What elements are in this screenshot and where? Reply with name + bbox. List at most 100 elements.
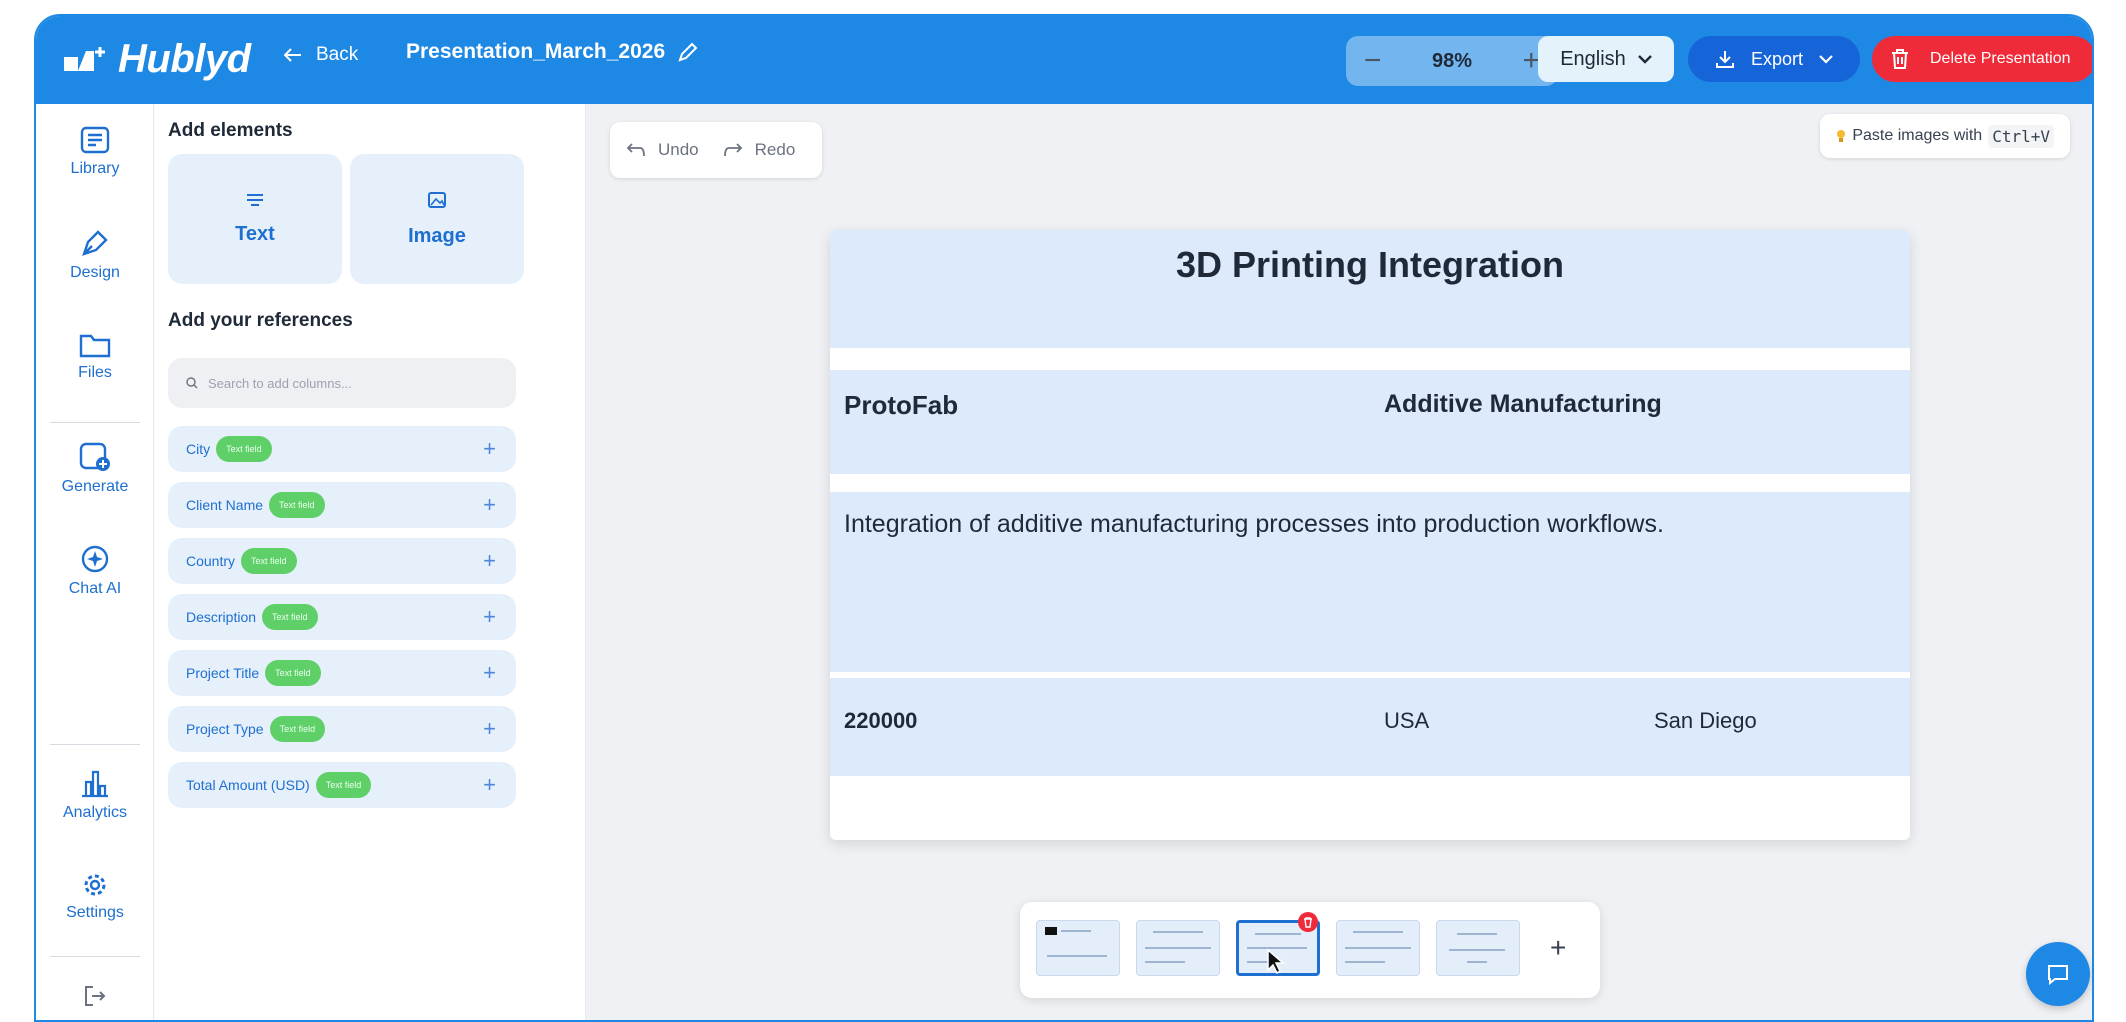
download-icon	[1715, 51, 1734, 68]
slide-country[interactable]: USA	[1384, 708, 1429, 734]
nav-analytics[interactable]: Analytics	[36, 768, 154, 822]
undo-button[interactable]: Undo	[658, 140, 699, 160]
undo-redo-toolbar: Undo Redo	[610, 122, 822, 178]
brand-name: Hublyd	[118, 36, 251, 81]
slide-thumbnail[interactable]	[1136, 920, 1220, 976]
language-label: English	[1560, 47, 1626, 70]
gear-icon	[84, 874, 106, 896]
sparkle-icon	[81, 545, 109, 573]
add-text-tile[interactable]: Text	[168, 154, 342, 284]
slide-thumbnail-strip: +	[1020, 902, 1600, 998]
back-label: Back	[316, 44, 359, 65]
reference-search-input[interactable]: Search to add columns...	[168, 358, 516, 408]
nav-generate[interactable]: Generate	[36, 442, 154, 496]
nav-label: Settings	[66, 904, 124, 921]
reference-item[interactable]: Client Name Text field +	[168, 482, 516, 528]
reference-item[interactable]: Project Type Text field +	[168, 706, 516, 752]
add-reference-button[interactable]: +	[483, 606, 496, 628]
zoom-value: 98%	[1431, 49, 1473, 72]
nav-label: Chat AI	[68, 580, 122, 597]
lightbulb-icon	[1837, 130, 1846, 142]
logout-icon	[85, 986, 106, 1006]
reference-label: Project Title	[186, 665, 260, 681]
pencil-icon[interactable]	[677, 41, 699, 63]
add-slide-button[interactable]: +	[1550, 934, 1566, 962]
nav-settings[interactable]: Settings	[36, 872, 154, 922]
chat-support-button[interactable]	[2026, 942, 2090, 1006]
bar-chart-icon	[82, 770, 108, 798]
nav-library[interactable]: Library	[36, 126, 154, 178]
redo-button[interactable]: Redo	[755, 140, 796, 160]
presentation-title-text: Presentation_March_2026	[406, 40, 666, 63]
reference-label: Total Amount (USD)	[186, 777, 310, 793]
side-navigation: Library Design Files Generate Chat AI An…	[36, 104, 154, 1020]
paste-hint-text: Paste images with	[1852, 127, 1983, 144]
slide-client-name[interactable]: ProtoFab	[844, 390, 958, 421]
delete-presentation-button[interactable]: Delete Presentation	[1872, 36, 2092, 82]
slide-thumbnail[interactable]	[1436, 920, 1520, 976]
field-type-badge: Text field	[265, 660, 321, 686]
add-reference-button[interactable]: +	[483, 494, 496, 516]
editor-canvas: Undo Redo Paste images with Ctrl+V 3D Pr…	[586, 104, 2092, 1020]
reference-label: City	[186, 441, 211, 457]
slide-city[interactable]: San Diego	[1654, 708, 1757, 734]
reference-label: Country	[186, 553, 236, 569]
add-reference-button[interactable]: +	[483, 662, 496, 684]
back-button[interactable]: Back	[284, 44, 358, 66]
logo[interactable]: Hublyd	[64, 34, 251, 84]
search-icon	[186, 377, 198, 389]
presentation-title[interactable]: Presentation_March_2026	[406, 40, 699, 64]
zoom-control: − 98% +	[1346, 36, 1558, 86]
field-type-badge: Text field	[262, 604, 318, 630]
nav-files[interactable]: Files	[36, 332, 154, 382]
add-reference-button[interactable]: +	[483, 550, 496, 572]
reference-item[interactable]: Total Amount (USD) Text field +	[168, 762, 516, 808]
reference-item[interactable]: City Text field +	[168, 426, 516, 472]
slide-row-client[interactable]	[830, 370, 1910, 474]
add-reference-button[interactable]: +	[483, 438, 496, 460]
reference-item[interactable]: Country Text field +	[168, 538, 516, 584]
nav-divider	[50, 744, 140, 745]
slide-title[interactable]: 3D Printing Integration	[830, 244, 1910, 286]
nav-divider	[50, 956, 140, 957]
chat-bubble-icon	[2048, 965, 2068, 985]
redo-icon	[723, 143, 742, 157]
language-select[interactable]: English	[1538, 36, 1674, 82]
nav-label: Generate	[61, 478, 129, 495]
arrow-left-icon	[284, 48, 301, 62]
export-label: Export	[1750, 48, 1804, 69]
logo-icon	[64, 47, 105, 71]
nav-label: Library	[70, 160, 120, 177]
slide-description[interactable]: Integration of additive manufacturing pr…	[844, 510, 1664, 539]
nav-chat-ai[interactable]: Chat AI	[36, 544, 154, 598]
add-reference-button[interactable]: +	[483, 718, 496, 740]
reference-item[interactable]: Project Title Text field +	[168, 650, 516, 696]
slide-thumbnail[interactable]	[1036, 920, 1120, 976]
export-button[interactable]: Export	[1688, 36, 1860, 82]
chevron-down-icon	[1819, 55, 1833, 64]
add-elements-heading: Add elements	[168, 120, 293, 141]
zoom-out-button[interactable]: −	[1364, 46, 1382, 76]
reference-label: Description	[186, 609, 257, 625]
add-image-tile[interactable]: Image	[350, 154, 524, 284]
app-window: Hublyd Back Presentation_March_2026 − 98…	[34, 14, 2094, 1022]
pen-nib-icon	[82, 230, 108, 256]
slide-project-type[interactable]: Additive Manufacturing	[1384, 390, 1662, 419]
add-reference-button[interactable]: +	[483, 774, 496, 796]
slide-thumbnail[interactable]	[1336, 920, 1420, 976]
delete-slide-badge[interactable]	[1298, 912, 1318, 932]
nav-label: Files	[78, 364, 112, 381]
field-type-badge: Text field	[269, 716, 326, 742]
reference-item[interactable]: Description Text field +	[168, 594, 516, 640]
slide-total-amount[interactable]: 220000	[844, 708, 917, 734]
chevron-down-icon	[1637, 55, 1652, 64]
trash-icon	[1304, 916, 1312, 928]
nav-label: Analytics	[62, 804, 128, 821]
field-type-badge: Text field	[269, 492, 325, 518]
generate-icon	[79, 442, 110, 471]
reference-label: Project Type	[186, 721, 264, 737]
elements-panel: Add elements Text Image Add your referen…	[154, 104, 586, 1020]
nav-design[interactable]: Design	[36, 228, 154, 282]
logout-button[interactable]	[36, 984, 154, 1008]
field-type-badge: Text field	[315, 772, 372, 798]
